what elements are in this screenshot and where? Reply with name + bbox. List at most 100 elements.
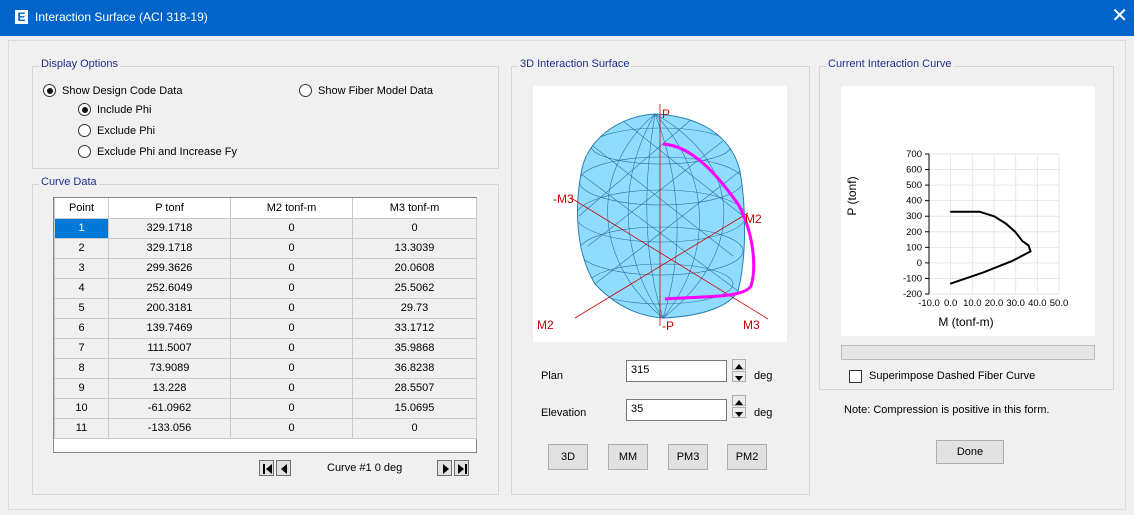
cell-m3[interactable]: 15.0695 <box>352 397 477 419</box>
display-options-group: Display Options Show Design Code Data Sh… <box>32 58 499 169</box>
view-3d-button[interactable]: 3D <box>548 444 588 470</box>
cell-m3[interactable]: 20.0608 <box>352 257 477 279</box>
skip-first-icon <box>263 464 272 474</box>
view-pm3-button[interactable]: PM3 <box>668 444 708 470</box>
cell-p[interactable]: 13.228 <box>108 377 231 399</box>
cell-m2[interactable]: 0 <box>230 237 353 259</box>
first-curve-button[interactable] <box>259 460 274 476</box>
cell-m3[interactable]: 25.5062 <box>352 277 477 299</box>
previous-curve-button[interactable] <box>276 460 291 476</box>
curve-data-table[interactable]: Point P tonf M2 tonf-m M3 tonf-m 1 329.17… <box>53 197 477 453</box>
table-row[interactable]: 11 -133.056 0 0 <box>54 417 477 439</box>
axis-label-m2-left: M2 <box>537 318 554 332</box>
cell-m2[interactable]: 0 <box>230 317 353 339</box>
cell-m3[interactable]: 28.5507 <box>352 377 477 399</box>
cell-point[interactable]: 2 <box>54 237 109 259</box>
next-curve-button[interactable] <box>437 460 452 476</box>
plan-spin-up[interactable] <box>732 359 746 370</box>
y-tick-label: 700 <box>906 149 922 160</box>
cell-p[interactable]: 299.3626 <box>108 257 231 279</box>
table-row[interactable]: 8 73.9089 0 36.8238 <box>54 357 477 379</box>
column-header-m2[interactable]: M2 tonf-m <box>230 198 353 219</box>
cell-p[interactable]: 200.3181 <box>108 297 231 319</box>
cell-m2[interactable]: 0 <box>230 397 353 419</box>
cell-p[interactable]: 73.9089 <box>108 357 231 379</box>
cell-m2[interactable]: 0 <box>230 357 353 379</box>
cell-m2[interactable]: 0 <box>230 257 353 279</box>
cell-m2[interactable]: 0 <box>230 277 353 299</box>
cell-point[interactable]: 6 <box>54 317 109 339</box>
cell-point[interactable]: 11 <box>54 417 109 439</box>
radio-exclude-phi[interactable]: Exclude Phi <box>78 124 155 137</box>
cell-point[interactable]: 9 <box>54 377 109 399</box>
table-row[interactable]: 5 200.3181 0 29.73 <box>54 297 477 319</box>
column-header-point[interactable]: Point <box>54 198 109 219</box>
superimpose-fiber-checkbox[interactable] <box>849 370 862 383</box>
radio-label: Show Fiber Model Data <box>318 84 433 97</box>
cell-p[interactable]: 329.1718 <box>108 237 231 259</box>
cell-p[interactable]: -133.056 <box>108 417 231 439</box>
table-row[interactable]: 7 111.5007 0 35.9868 <box>54 337 477 359</box>
radio-button-icon[interactable] <box>78 145 91 158</box>
surface-3d-drawing: P -P -M3 M2 M2 M3 <box>537 104 769 333</box>
cell-point[interactable]: 10 <box>54 397 109 419</box>
plan-spin-down[interactable] <box>732 371 746 382</box>
cell-m2[interactable]: 0 <box>230 297 353 319</box>
table-row[interactable]: 9 13.228 0 28.5507 <box>54 377 477 399</box>
cell-m3[interactable]: 29.73 <box>352 297 477 319</box>
cell-m2[interactable]: 0 <box>230 337 353 359</box>
cell-p[interactable]: 252.6049 <box>108 277 231 299</box>
elevation-angle-field[interactable]: 35 <box>626 399 727 421</box>
surface-3d-viewport[interactable]: P -P -M3 M2 M2 M3 <box>533 86 787 342</box>
radio-show-fiber-model[interactable]: Show Fiber Model Data <box>299 84 433 97</box>
cell-m2[interactable]: 0 <box>230 417 353 439</box>
cell-m3[interactable]: 13.3039 <box>352 237 477 259</box>
column-header-p[interactable]: P tonf <box>108 198 231 219</box>
cell-point[interactable]: 7 <box>54 337 109 359</box>
radio-show-design-code[interactable]: Show Design Code Data <box>43 84 182 97</box>
table-row[interactable]: 3 299.3626 0 20.0608 <box>54 257 477 279</box>
radio-button-icon[interactable] <box>78 103 91 116</box>
column-header-m3[interactable]: M3 tonf-m <box>352 198 477 219</box>
y-tick-label: 0 <box>917 258 922 269</box>
done-button[interactable]: Done <box>936 440 1004 464</box>
cell-m2[interactable]: 0 <box>230 217 353 239</box>
view-pm2-button[interactable]: PM2 <box>727 444 767 470</box>
radio-include-phi[interactable]: Include Phi <box>78 103 151 116</box>
app-logo-icon: E <box>15 10 28 24</box>
radio-button-icon[interactable] <box>43 84 56 97</box>
plan-angle-field[interactable]: 315 <box>626 360 727 382</box>
radio-exclude-phi-increase-fy[interactable]: Exclude Phi and Increase Fy <box>78 145 237 158</box>
table-row[interactable]: 1 329.1718 0 0 <box>54 217 477 239</box>
cell-p[interactable]: 139.7469 <box>108 317 231 339</box>
cell-m3[interactable]: 35.9868 <box>352 337 477 359</box>
table-row[interactable]: 2 329.1718 0 13.3039 <box>54 237 477 259</box>
cell-point[interactable]: 4 <box>54 277 109 299</box>
title-bar[interactable]: E Interaction Surface (ACI 318-19) ✕ <box>0 0 1134 36</box>
last-curve-button[interactable] <box>454 460 469 476</box>
radio-button-icon[interactable] <box>299 84 312 97</box>
close-icon[interactable]: ✕ <box>1111 6 1128 26</box>
cell-m2[interactable]: 0 <box>230 377 353 399</box>
cell-m3[interactable]: 0 <box>352 217 477 239</box>
cell-point[interactable]: 8 <box>54 357 109 379</box>
cell-m3[interactable]: 33.1712 <box>352 317 477 339</box>
radio-button-icon[interactable] <box>78 124 91 137</box>
view-mm-button[interactable]: MM <box>608 444 648 470</box>
cell-p[interactable]: 111.5007 <box>108 337 231 359</box>
table-row[interactable]: 10 -61.0962 0 15.0695 <box>54 397 477 419</box>
cell-point[interactable]: 1 <box>54 217 109 239</box>
cell-p[interactable]: 329.1718 <box>108 217 231 239</box>
cell-point[interactable]: 3 <box>54 257 109 279</box>
cell-m3[interactable]: 36.8238 <box>352 357 477 379</box>
cell-m3[interactable]: 0 <box>352 417 477 439</box>
table-row[interactable]: 4 252.6049 0 25.5062 <box>54 277 477 299</box>
table-row[interactable]: 6 139.7469 0 33.1712 <box>54 317 477 339</box>
display-options-title: Display Options <box>39 58 121 70</box>
elevation-spin-down[interactable] <box>732 407 746 418</box>
elevation-spin-up[interactable] <box>732 395 746 406</box>
curve-data-grid: Point P tonf M2 tonf-m M3 tonf-m 1 329.17… <box>54 198 477 439</box>
interaction-surface-shape <box>577 113 746 319</box>
cell-point[interactable]: 5 <box>54 297 109 319</box>
cell-p[interactable]: -61.0962 <box>108 397 231 419</box>
